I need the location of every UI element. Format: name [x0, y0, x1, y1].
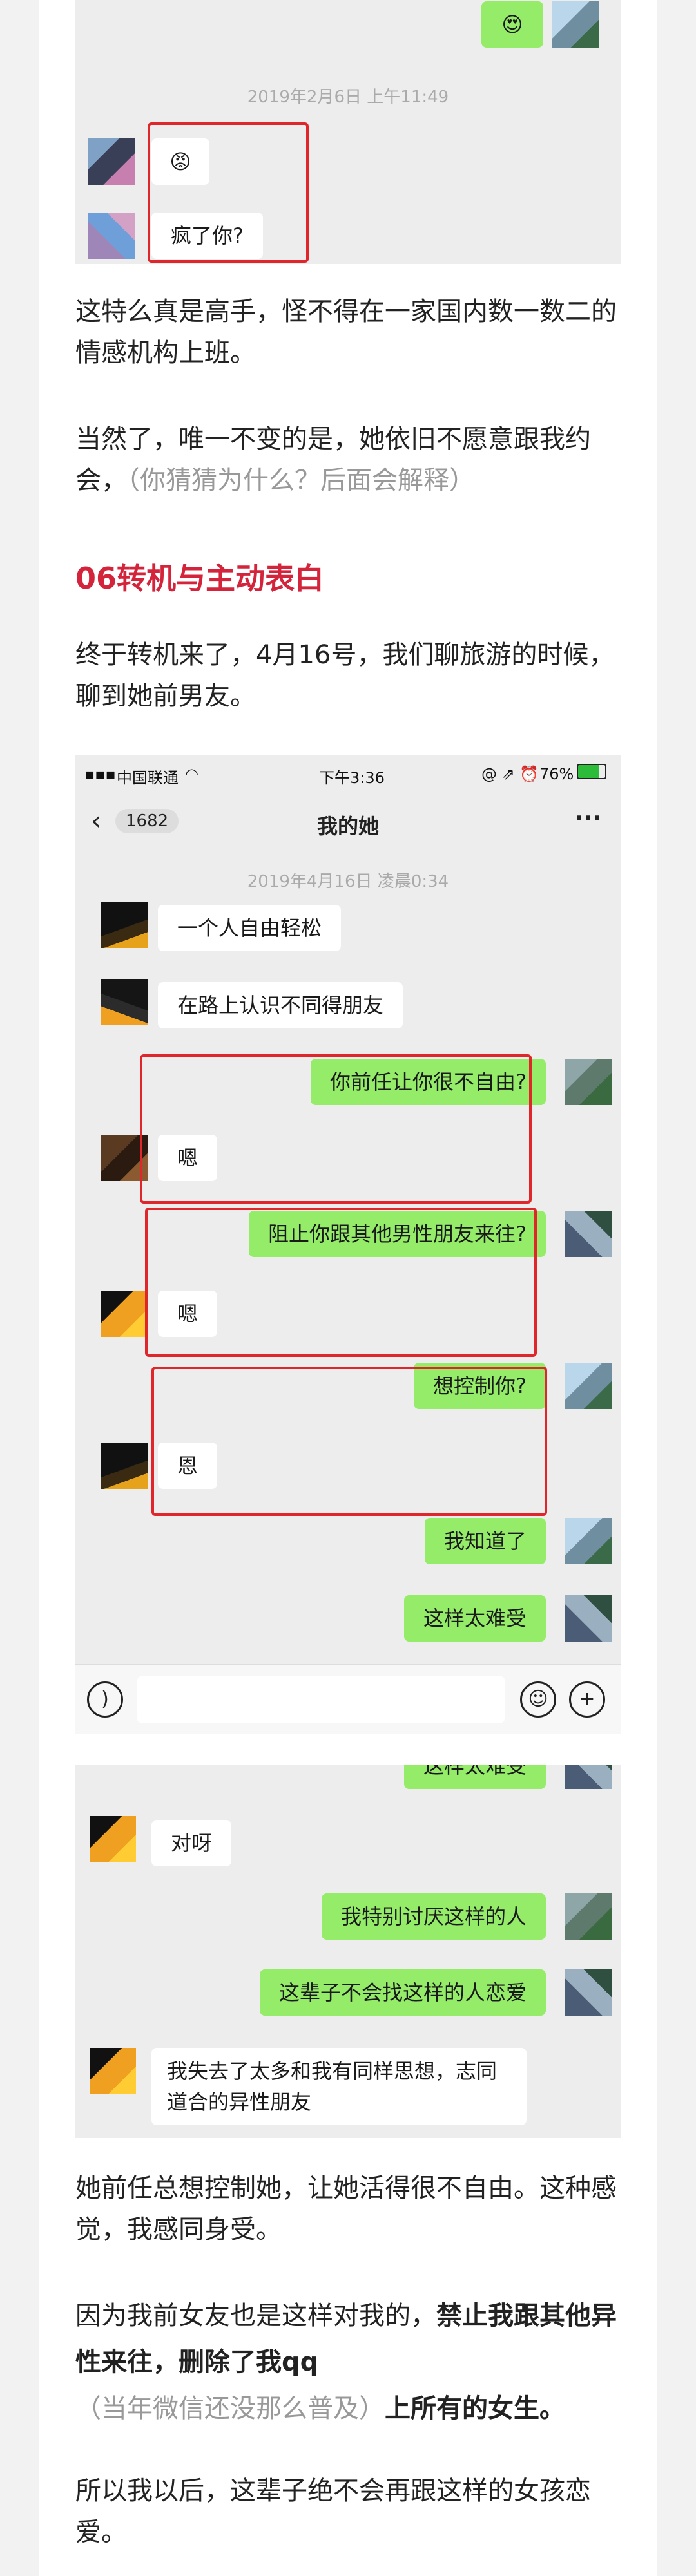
avatar: [565, 1595, 612, 1642]
section-heading: 06转机与主动表白: [75, 561, 325, 596]
avatar: [565, 1518, 612, 1564]
message-bubble: 我失去了太多和我有同样思想，志同道合的异性朋友: [151, 2048, 527, 2125]
signal-icon: ▪▪▪: [84, 765, 116, 783]
chat-title: 我的她: [316, 814, 379, 838]
chat-screenshot-3: 这样太难受 对呀 我特别讨厌这样的人 这辈子不会找这样的人恋爱 我失去了太多和我…: [75, 1765, 621, 2138]
status-icons: @ ⇗ ⏰: [481, 765, 539, 783]
avatar: [565, 1363, 612, 1409]
paragraph: 因为我前女友也是这样对我的，禁止我跟其他异性来往，删除了我qq（当年微信还没那么…: [75, 2301, 617, 2423]
avatar: [552, 1, 599, 48]
chat-screenshot-1: 😍 2019年2月6日 上午11:49 😡 疯了你?: [75, 0, 621, 264]
clock-label: 下午3:36: [319, 769, 385, 787]
paragraph: 这特么真是高手，怪不得在一家国内数一数二的情感机构上班。: [75, 297, 617, 368]
paragraph: 当然了，唯一不变的是，她依旧不愿意跟我约会，（你猜猜为什么？后面会解释）: [75, 424, 591, 495]
more-icon[interactable]: ···: [575, 805, 601, 831]
status-bar: ▪▪▪ 中国联通 ◠ 下午3:36 @ ⇗ ⏰ 76%: [75, 755, 621, 791]
paragraph: 她前任总想控制她，让她活得很不自由。这种感觉，我感同身受。: [75, 2174, 617, 2244]
emoji-icon[interactable]: ☺: [520, 1681, 556, 1718]
article-page: 😍 2019年2月6日 上午11:49 😡 疯了你? 这特么真是高手，怪不得在一…: [39, 0, 657, 2576]
highlight-box: [148, 122, 309, 263]
avatar: [101, 902, 148, 948]
message-bubble: 一个人自由轻松: [158, 905, 342, 951]
paragraph: 所以我以后，这辈子绝不会再跟这样的女孩恋爱。: [75, 2476, 591, 2547]
message-bubble: 在路上认识不同得朋友: [158, 982, 403, 1028]
avatar: [101, 1443, 148, 1489]
battery-icon: [577, 764, 606, 779]
message-bubble: 我知道了: [424, 1518, 546, 1564]
message-bubble: 这样太难受: [403, 1595, 546, 1642]
avatar: [101, 1291, 148, 1337]
battery-percent: 76%: [539, 765, 574, 783]
message-bubble: 我特别讨厌这样的人: [321, 1893, 546, 1940]
highlight-box: [151, 1367, 547, 1516]
wifi-icon: ◠: [185, 765, 198, 783]
avatar: [90, 1816, 136, 1862]
avatar: [565, 1211, 612, 1257]
paragraph: 终于转机来了，4月16号，我们聊旅游的时候，聊到她前男友。: [75, 640, 615, 711]
chat-header: ‹ 1682 我的她 ···: [75, 791, 621, 853]
message-bubble: 对呀: [151, 1820, 232, 1866]
avatar: [90, 2048, 136, 2094]
timestamp: 2019年4月16日 凌晨0:34: [247, 872, 449, 891]
message-input[interactable]: [137, 1676, 505, 1723]
plus-icon[interactable]: +: [569, 1681, 605, 1718]
highlight-box: [140, 1054, 532, 1204]
avatar: [88, 213, 135, 259]
emoji-bubble-out: 😍: [481, 1, 543, 48]
avatar: [565, 1893, 612, 1940]
carrier-label: 中国联通: [117, 769, 179, 787]
timestamp: 2019年2月6日 上午11:49: [247, 88, 449, 107]
avatar: [565, 1765, 612, 1789]
highlight-box: [145, 1208, 537, 1357]
message-bubble: 这辈子不会找这样的人恋爱: [259, 1969, 546, 2016]
input-bar: ) ☺ +: [75, 1664, 621, 1734]
message-bubble: 这样太难受: [403, 1765, 546, 1789]
avatar: [565, 1969, 612, 2016]
avatar: [565, 1059, 612, 1105]
chat-screenshot-2: ▪▪▪ 中国联通 ◠ 下午3:36 @ ⇗ ⏰ 76% ‹ 1682 我的她 ·…: [75, 755, 621, 1734]
avatar: [88, 138, 135, 185]
avatar: [101, 979, 148, 1025]
voice-icon[interactable]: ): [87, 1681, 123, 1718]
